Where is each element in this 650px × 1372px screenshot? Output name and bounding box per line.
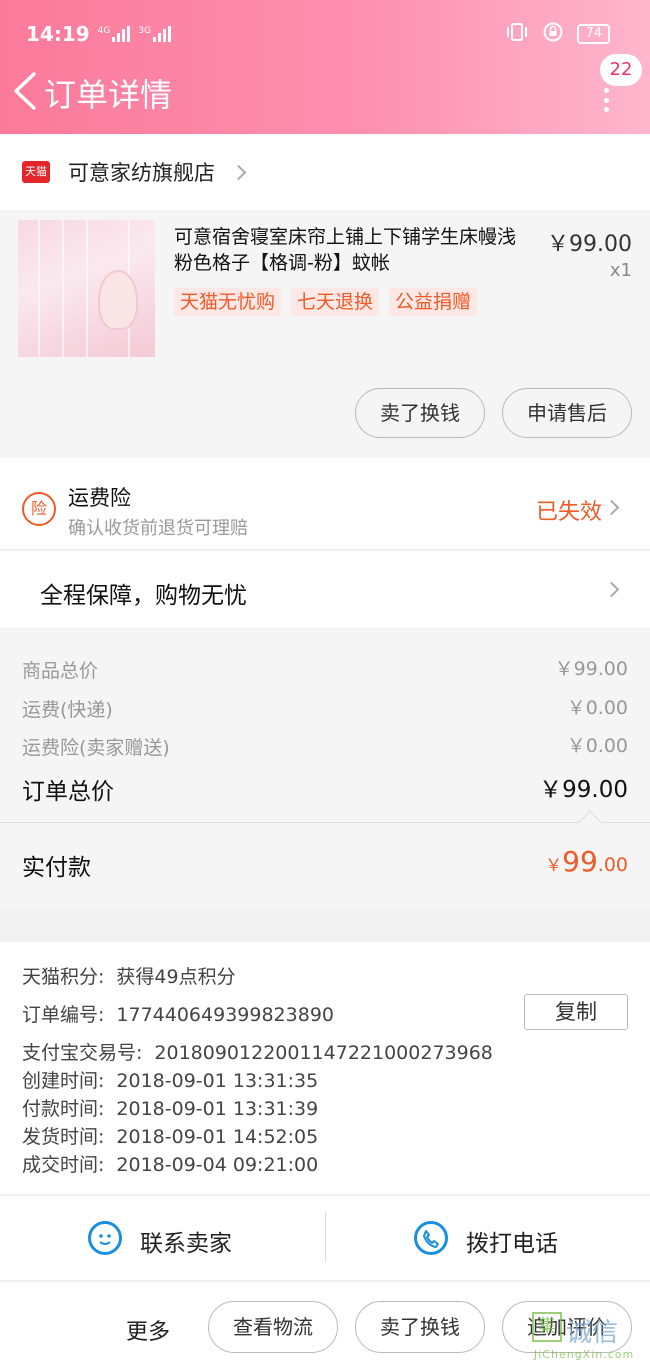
message-count-badge[interactable]: 22 [600, 54, 642, 86]
paid-currency: ￥ [545, 856, 563, 876]
battery-icon: 74 [577, 24, 610, 44]
shipped-time-row: 发货时间: 2018-09-01 14:52:05 [22, 1126, 319, 1148]
created-time-row: 创建时间: 2018-09-01 13:31:35 [22, 1070, 319, 1092]
insurance-icon: 险 [22, 492, 56, 526]
more-options-icon[interactable] [602, 88, 610, 112]
header-bar: 14:19 4G 3G 74 订单详情 22 [0, 0, 650, 134]
vibrate-icon [505, 22, 529, 46]
resell-button[interactable]: 卖了换钱 [355, 388, 485, 438]
view-logistics-button[interactable]: 查看物流 [208, 1301, 338, 1353]
order-total-label: 订单总价 [22, 779, 114, 805]
back-arrow-icon[interactable] [10, 70, 40, 112]
tag-seven-day-return: 七天退换 [291, 288, 380, 316]
page-title: 订单详情 [44, 76, 173, 114]
insurance-status: 已失效 [536, 500, 603, 525]
chevron-right-icon [230, 164, 247, 180]
insurance-subtitle: 确认收货前退货可理赔 [68, 518, 248, 539]
goods-total-label: 商品总价 [22, 660, 99, 682]
signal-4g-icon: 4G [98, 26, 131, 42]
insurance-title: 运费险 [68, 486, 131, 510]
product-price: ￥99.00 [547, 232, 632, 257]
points-row: 天猫积分: 获得49点积分 [22, 966, 236, 988]
resell-bottom-button[interactable]: 卖了换钱 [355, 1301, 485, 1353]
product-title[interactable]: 可意宿舍寝室床帘上铺上下铺学生床幔浅粉色格子【格调-粉】蚊帐 [174, 224, 534, 276]
signal-3g-icon: 3G [138, 26, 172, 42]
phone-icon[interactable] [414, 1221, 448, 1255]
guarantee-text: 全程保障，购物无忧 [40, 583, 247, 609]
divider [325, 1212, 326, 1262]
order-number-row: 订单编号: 177440649399823890 [22, 1004, 334, 1026]
lock-icon [543, 22, 563, 46]
tmall-logo-icon: 天猫 [22, 161, 50, 183]
paid-integer: 99 [562, 845, 598, 878]
alipay-trade-row: 支付宝交易号: 2018090122001147221000273968 [22, 1042, 493, 1064]
actual-paid-value: ￥99.00 [545, 845, 628, 878]
contact-seller-button[interactable]: 联系卖家 [140, 1224, 232, 1258]
paid-decimal: .00 [597, 854, 628, 876]
completed-time-row: 成交时间: 2018-09-04 09:21:00 [22, 1154, 319, 1176]
more-button[interactable]: 更多 [126, 1314, 170, 1346]
status-bar: 14:19 4G 3G 74 [26, 18, 610, 50]
order-total-value: ￥99.00 [539, 777, 628, 803]
actual-paid-label: 实付款 [22, 855, 91, 881]
goods-total-value: ￥99.00 [554, 658, 628, 680]
shipping-fee-label: 运费(快递) [22, 699, 113, 721]
paid-time-row: 付款时间: 2018-09-01 13:31:39 [22, 1098, 319, 1120]
shipping-insurance-value: ￥0.00 [566, 735, 628, 757]
copy-button[interactable]: 复制 [524, 994, 628, 1030]
product-thumbnail[interactable] [18, 220, 155, 357]
shop-row[interactable]: 天猫 可意家纺旗舰店 [0, 134, 650, 210]
call-button[interactable]: 拨打电话 [466, 1224, 558, 1258]
shipping-insurance-label: 运费险(卖家赠送) [22, 737, 170, 759]
service-tags: 天猫无忧购 七天退换 公益捐赠 [174, 288, 478, 316]
tag-worry-free: 天猫无忧购 [174, 288, 282, 316]
shop-name: 可意家纺旗舰店 [68, 161, 215, 185]
chat-smile-icon[interactable] [88, 1221, 122, 1255]
site-watermark: 集 诚信 JiChengXin.com [532, 1312, 644, 1368]
shipping-fee-value: ￥0.00 [566, 697, 628, 719]
tag-charity: 公益捐赠 [389, 288, 478, 316]
status-time: 14:19 [26, 22, 90, 46]
after-sale-button[interactable]: 申请售后 [502, 388, 632, 438]
product-quantity: x1 [609, 260, 632, 281]
order-number: 177440649399823890 [116, 1004, 334, 1026]
